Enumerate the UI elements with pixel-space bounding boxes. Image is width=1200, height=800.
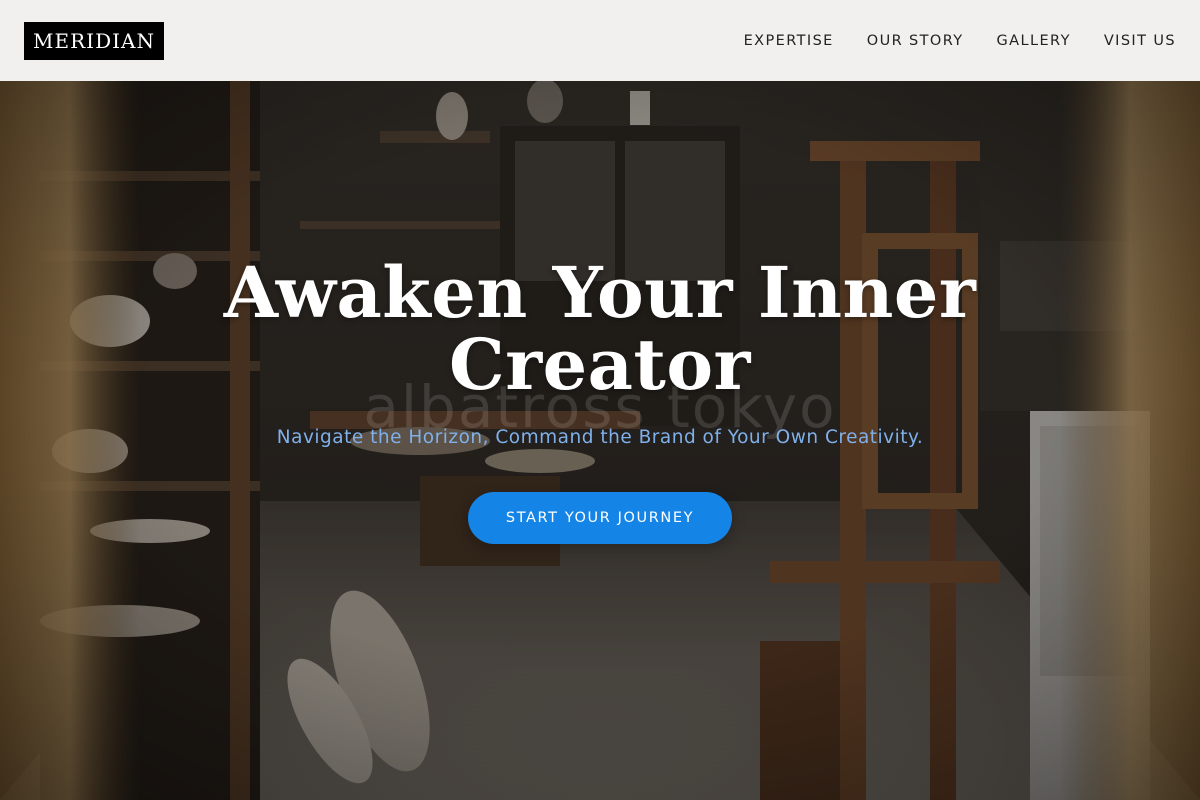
nav-link-our-story[interactable]: OUR STORY [867, 33, 964, 49]
hero-content: albatross tokyo Awaken Your Inner Creato… [0, 81, 1200, 800]
start-journey-button[interactable]: START YOUR JOURNEY [468, 492, 732, 544]
nav-link-gallery[interactable]: GALLERY [997, 33, 1071, 49]
hero-title-line-1: Awaken Your Inner [223, 251, 977, 334]
main-nav: EXPERTISE OUR STORY GALLERY VISIT US [744, 33, 1176, 49]
hero-title: Awaken Your Inner Creator [0, 257, 1200, 401]
hero-title-line-2: Creator [449, 323, 751, 406]
nav-link-visit-us[interactable]: VISIT US [1104, 33, 1176, 49]
site-header: MERIDIAN EXPERTISE OUR STORY GALLERY VIS… [0, 0, 1200, 81]
nav-link-expertise[interactable]: EXPERTISE [744, 33, 834, 49]
logo[interactable]: MERIDIAN [24, 21, 164, 60]
hero-section: albatross tokyo Awaken Your Inner Creato… [0, 81, 1200, 800]
hero-subtitle: Navigate the Horizon, Command the Brand … [276, 427, 924, 448]
